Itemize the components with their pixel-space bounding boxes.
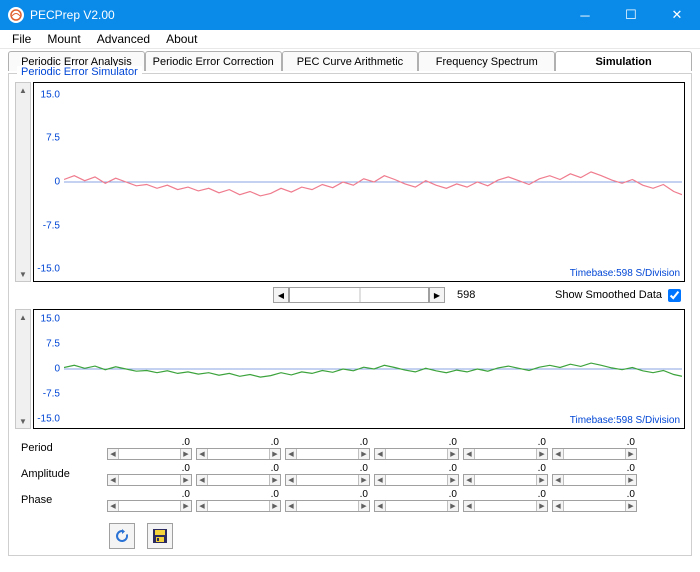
bottom-chart-vscroll[interactable]: ▲ ▼ — [15, 309, 31, 429]
phase-value-5: .0 — [552, 489, 637, 500]
phase-slider-3[interactable]: ◀▶ — [374, 500, 459, 512]
period-value-3: .0 — [374, 437, 459, 448]
group-title: Periodic Error Simulator — [17, 66, 142, 78]
period-value-2: .0 — [285, 437, 370, 448]
ytick: -7.5 — [43, 220, 60, 231]
refresh-button[interactable] — [109, 523, 135, 549]
amplitude-value-2: .0 — [285, 463, 370, 474]
top-chart-svg — [64, 87, 682, 277]
scroll-up-icon[interactable]: ▲ — [16, 310, 30, 324]
simulator-group: Periodic Error Simulator ▲ ▼ 15.0 7.5 0 … — [8, 73, 692, 556]
tab-arithmetic[interactable]: PEC Curve Arithmetic — [282, 51, 419, 71]
smoothed-label: Show Smoothed Data — [555, 289, 662, 301]
timebase-top: Timebase:598 S/Division — [570, 268, 680, 279]
tab-correction[interactable]: Periodic Error Correction — [145, 51, 282, 71]
bottom-chart-svg — [64, 314, 682, 424]
period-slider-1[interactable]: ◀▶ — [196, 448, 281, 460]
ytick: 15.0 — [41, 314, 60, 325]
ytick: 7.5 — [46, 339, 60, 350]
amplitude-value-1: .0 — [196, 463, 281, 474]
menu-file[interactable]: File — [4, 30, 39, 48]
timebase-bot: Timebase:598 S/Division — [570, 415, 680, 426]
minimize-button[interactable]: ─ — [562, 0, 608, 30]
ytick: -15.0 — [37, 264, 60, 275]
ytick: -15.0 — [37, 413, 60, 424]
scroll-down-icon[interactable]: ▼ — [16, 267, 30, 281]
amplitude-slider-1[interactable]: ◀▶ — [196, 474, 281, 486]
smoothed-checkbox[interactable] — [668, 289, 681, 302]
ytick: 7.5 — [46, 133, 60, 144]
phase-slider-2[interactable]: ◀▶ — [285, 500, 370, 512]
amplitude-slider-2[interactable]: ◀▶ — [285, 474, 370, 486]
period-value-0: .0 — [107, 437, 192, 448]
amplitude-value-0: .0 — [107, 463, 192, 474]
phase-slider-1[interactable]: ◀▶ — [196, 500, 281, 512]
amplitude-label: Amplitude — [17, 468, 107, 480]
save-button[interactable] — [147, 523, 173, 549]
phase-value-0: .0 — [107, 489, 192, 500]
phase-value-2: .0 — [285, 489, 370, 500]
period-slider-3[interactable]: ◀▶ — [374, 448, 459, 460]
menu-mount[interactable]: Mount — [39, 30, 88, 48]
period-slider-4[interactable]: ◀▶ — [463, 448, 548, 460]
period-value-1: .0 — [196, 437, 281, 448]
menu-about[interactable]: About — [158, 30, 205, 48]
titlebar: PECPrep V2.00 ─ ☐ ✕ — [0, 0, 700, 30]
parameter-area: Period.0◀▶.0◀▶.0◀▶.0◀▶.0◀▶.0◀▶Amplitude.… — [15, 431, 685, 517]
period-value-4: .0 — [463, 437, 548, 448]
phase-value-4: .0 — [463, 489, 548, 500]
ytick: 0 — [54, 177, 60, 188]
tab-spectrum[interactable]: Frequency Spectrum — [418, 51, 555, 71]
window-title: PECPrep V2.00 — [30, 8, 562, 22]
period-value-5: .0 — [552, 437, 637, 448]
menu-advanced[interactable]: Advanced — [89, 30, 158, 48]
amplitude-value-3: .0 — [374, 463, 459, 474]
ytick: 0 — [54, 364, 60, 375]
slider-right-icon[interactable]: ▶ — [429, 287, 445, 303]
period-slider-2[interactable]: ◀▶ — [285, 448, 370, 460]
app-icon — [8, 7, 24, 23]
phase-value-3: .0 — [374, 489, 459, 500]
amplitude-slider-4[interactable]: ◀▶ — [463, 474, 548, 486]
slider-value: 598 — [457, 289, 475, 301]
amplitude-slider-0[interactable]: ◀▶ — [107, 474, 192, 486]
maximize-button[interactable]: ☐ — [608, 0, 654, 30]
close-button[interactable]: ✕ — [654, 0, 700, 30]
amplitude-value-5: .0 — [552, 463, 637, 474]
phase-slider-0[interactable]: ◀▶ — [107, 500, 192, 512]
phase-value-1: .0 — [196, 489, 281, 500]
phase-label: Phase — [17, 494, 107, 506]
top-chart-vscroll[interactable]: ▲ ▼ — [15, 82, 31, 282]
period-label: Period — [17, 442, 107, 454]
phase-slider-5[interactable]: ◀▶ — [552, 500, 637, 512]
phase-slider-4[interactable]: ◀▶ — [463, 500, 548, 512]
amplitude-value-4: .0 — [463, 463, 548, 474]
period-slider-0[interactable]: ◀▶ — [107, 448, 192, 460]
timebase-slider[interactable]: ◀ ▶ — [273, 287, 445, 303]
bottom-chart: 15.0 7.5 0 -7.5 -15.0 Timebase:598 S/Div… — [33, 309, 685, 429]
scroll-down-icon[interactable]: ▼ — [16, 414, 30, 428]
ytick: -7.5 — [43, 388, 60, 399]
period-slider-5[interactable]: ◀▶ — [552, 448, 637, 460]
tab-simulation[interactable]: Simulation — [555, 51, 692, 71]
slider-left-icon[interactable]: ◀ — [273, 287, 289, 303]
top-chart: 15.0 7.5 0 -7.5 -15.0 Timebase:598 S/Div… — [33, 82, 685, 282]
amplitude-slider-5[interactable]: ◀▶ — [552, 474, 637, 486]
amplitude-slider-3[interactable]: ◀▶ — [374, 474, 459, 486]
menubar: File Mount Advanced About — [0, 30, 700, 49]
scroll-up-icon[interactable]: ▲ — [16, 83, 30, 97]
ytick: 15.0 — [41, 89, 60, 100]
